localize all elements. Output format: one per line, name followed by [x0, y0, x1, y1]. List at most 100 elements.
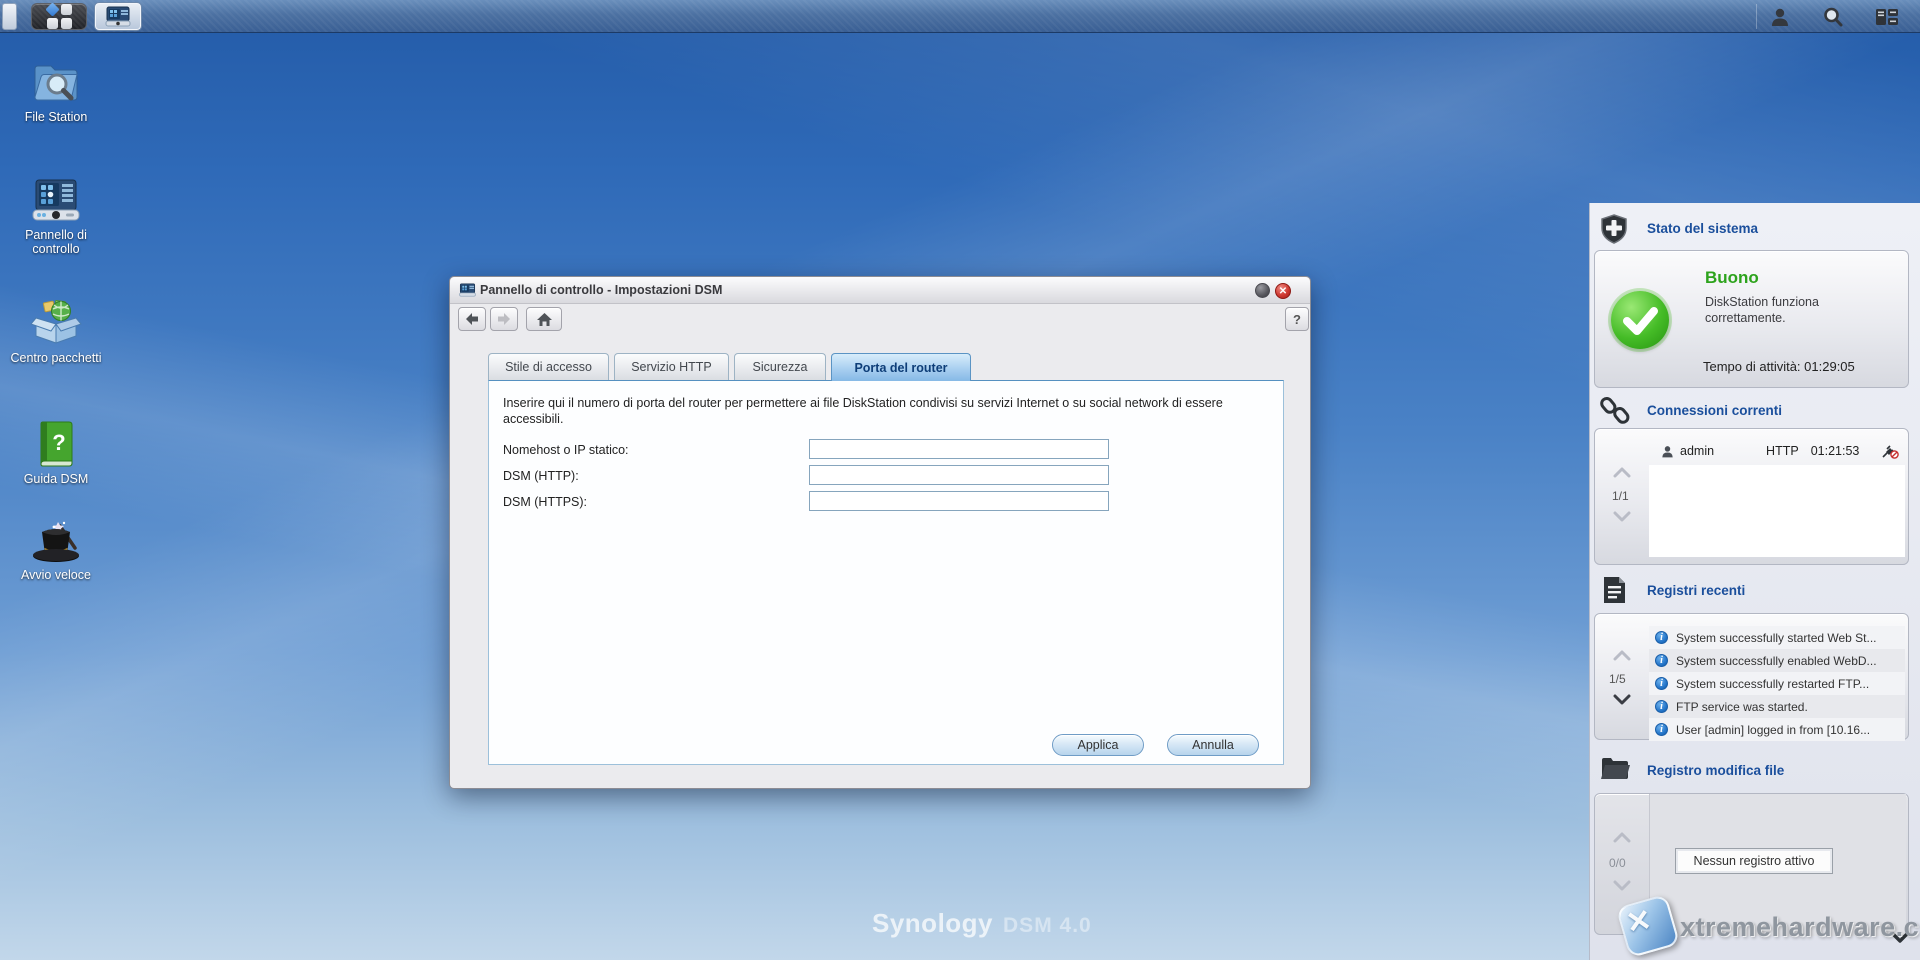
close-button[interactable]: ✕: [1275, 283, 1291, 299]
connection-row[interactable]: admin HTTP 01:21:53: [1649, 441, 1905, 461]
info-icon: i: [1655, 677, 1668, 690]
window-titlebar[interactable]: Pannello di controllo - Impostazioni DSM…: [450, 277, 1310, 304]
connections-icon: [1600, 395, 1630, 425]
apply-button[interactable]: Applica: [1052, 734, 1144, 756]
connections-page-up-icon[interactable]: [1613, 467, 1631, 478]
desktop-icon-label[interactable]: Guida DSM: [0, 472, 112, 486]
connections-box: 1/1 admin HTTP 01:21:53: [1594, 428, 1909, 565]
status-value: Buono: [1705, 268, 1759, 288]
desktop-icon-control-panel[interactable]: [6, 176, 106, 229]
dsm-http-input[interactable]: [809, 465, 1109, 485]
user-menu-button[interactable]: [1765, 5, 1795, 29]
topbar-separator: [1756, 4, 1757, 29]
connection-user: admin: [1680, 444, 1714, 458]
user-icon: [1770, 7, 1790, 27]
pilot-view-icon: [1875, 7, 1899, 27]
logs-page-up-icon[interactable]: [1613, 650, 1631, 661]
taskbar-app-control-panel[interactable]: [95, 3, 141, 30]
desktop-icon-package-center[interactable]: [6, 298, 106, 351]
control-panel-window: Pannello di controllo - Impostazioni DSM…: [449, 276, 1311, 789]
panel-hide-tab[interactable]: [2, 3, 17, 30]
desktop-icon-file-station[interactable]: [6, 57, 106, 110]
tab-sicurezza[interactable]: Sicurezza: [734, 353, 826, 380]
system-status-box: Buono DiskStation funziona correttamente…: [1594, 250, 1909, 388]
field-label-dsm-https: DSM (HTTPS):: [503, 495, 587, 509]
connections-page-down-icon[interactable]: [1613, 511, 1631, 522]
connection-protocol: HTTP: [1766, 444, 1799, 458]
hostname-input[interactable]: [809, 439, 1109, 459]
widget-panel: Stato del sistema Buono DiskStation funz…: [1589, 203, 1920, 960]
tab-porta-del-router[interactable]: Porta del router: [831, 353, 971, 381]
control-panel-mini-icon: [105, 6, 131, 27]
main-menu-button[interactable]: [31, 3, 87, 30]
desktop-brand: SynologyDSM 4.0: [872, 908, 1092, 939]
log-text: User [admin] logged in from [10.16...: [1676, 723, 1870, 737]
file-log-title: Registro modifica file: [1647, 763, 1784, 778]
file-log-icon: [1600, 755, 1630, 781]
control-panel-icon: [30, 176, 82, 224]
tab-servizio-http[interactable]: Servizio HTTP: [614, 353, 729, 380]
log-text: System successfully restarted FTP...: [1676, 677, 1869, 691]
svg-text:?: ?: [52, 430, 65, 455]
file-log-pager: 0/0: [1609, 856, 1626, 870]
top-bar: [0, 0, 1920, 33]
log-text: FTP service was started.: [1676, 700, 1808, 714]
file-station-icon: [31, 57, 81, 105]
system-status-title: Stato del sistema: [1647, 221, 1758, 236]
status-description-line2: correttamente.: [1705, 311, 1786, 325]
logs-page-down-icon[interactable]: [1613, 694, 1631, 705]
connections-list[interactable]: [1649, 465, 1905, 557]
field-label-dsm-http: DSM (HTTP):: [503, 469, 579, 483]
help-button[interactable]: ?: [1285, 307, 1309, 331]
field-label-hostname: Nomehost o IP statico:: [503, 443, 629, 457]
minimize-button[interactable]: [1255, 283, 1270, 298]
tab-stile-di-accesso[interactable]: Stile di accesso: [488, 353, 609, 380]
package-center-icon: [30, 298, 82, 346]
file-log-page-up-icon[interactable]: [1613, 832, 1631, 843]
watermark-text: xtremehardware.com: [1680, 912, 1920, 943]
no-active-log-label: Nessun registro attivo: [1675, 848, 1833, 874]
desktop-icon-quick-start[interactable]: [6, 514, 106, 569]
connections-title: Connessioni correnti: [1647, 403, 1782, 418]
log-row[interactable]: i System successfully enabled WebD...: [1649, 649, 1905, 672]
home-icon: [536, 312, 553, 327]
uptime-label: Tempo di attività: 01:29:05: [1703, 359, 1855, 374]
pilot-view-button[interactable]: [1872, 5, 1902, 29]
desktop-icon-label[interactable]: File Station: [0, 110, 112, 124]
desktop-icon-label[interactable]: Centro pacchetti: [0, 351, 112, 365]
status-description-line1: DiskStation funziona: [1705, 295, 1819, 309]
watermark-x-icon: ✕: [1623, 901, 1660, 938]
log-row[interactable]: i FTP service was started.: [1649, 695, 1905, 718]
window-icon: [459, 282, 476, 298]
dsm-https-input[interactable]: [809, 491, 1109, 511]
cancel-button[interactable]: Annulla: [1167, 734, 1259, 756]
recent-logs-title: Registri recenti: [1647, 583, 1745, 598]
desktop-icon-dsm-help[interactable]: ?: [6, 420, 106, 473]
connection-user-icon: [1661, 445, 1674, 458]
disconnect-icon[interactable]: [1881, 444, 1899, 459]
desktop-icon-label[interactable]: Pannello di controllo: [0, 228, 112, 256]
home-button[interactable]: [526, 307, 562, 331]
log-row[interactable]: i User [admin] logged in from [10.16...: [1649, 718, 1905, 741]
system-status-icon: [1598, 213, 1630, 245]
info-icon: i: [1655, 700, 1668, 713]
router-port-description: Inserire qui il numero di porta del rout…: [503, 395, 1248, 427]
info-icon: i: [1655, 723, 1668, 736]
back-arrow-icon: [464, 312, 480, 326]
connection-time: 01:21:53: [1811, 444, 1860, 458]
file-log-page-down-icon[interactable]: [1613, 880, 1631, 891]
dsm-help-icon: ?: [33, 420, 79, 468]
forward-arrow-icon: [496, 312, 512, 326]
logs-pager: 1/5: [1609, 672, 1626, 686]
log-row[interactable]: i System successfully restarted FTP...: [1649, 672, 1905, 695]
status-ok-icon: [1611, 291, 1669, 349]
forward-button[interactable]: [490, 307, 518, 331]
desktop-icon-label[interactable]: Avvio veloce: [0, 568, 112, 582]
synology-logo: Synology: [872, 908, 993, 938]
search-button[interactable]: [1818, 5, 1848, 29]
log-text: System successfully enabled WebD...: [1676, 654, 1877, 668]
log-row[interactable]: i System successfully started Web St...: [1649, 626, 1905, 649]
info-icon: i: [1655, 631, 1668, 644]
tab-content-panel: Inserire qui il numero di porta del rout…: [488, 380, 1284, 765]
back-button[interactable]: [458, 307, 486, 331]
